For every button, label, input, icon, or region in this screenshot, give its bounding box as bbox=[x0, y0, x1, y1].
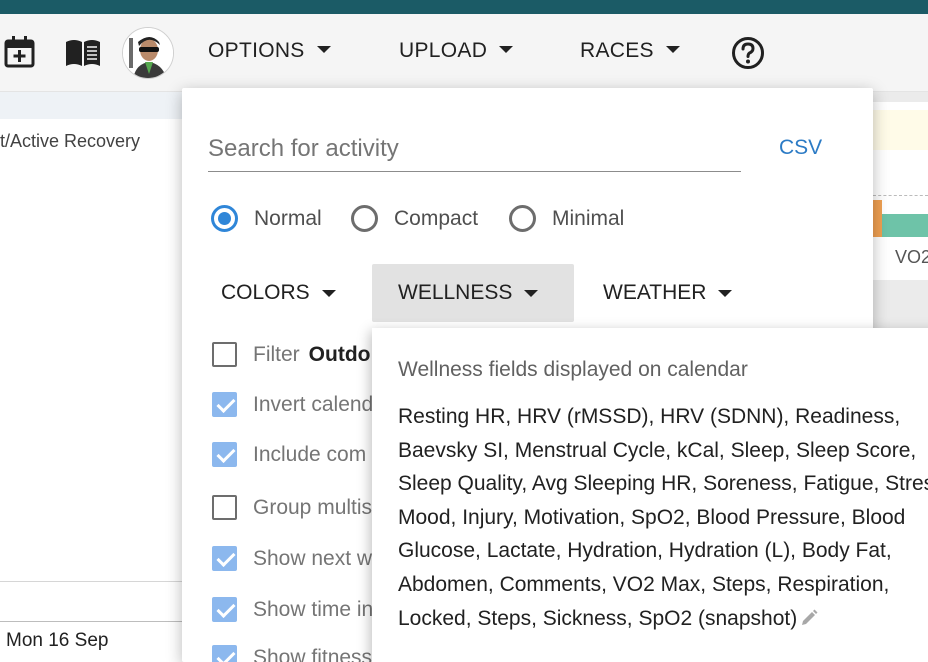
chart-dashed-line bbox=[873, 195, 928, 196]
view-mode-label: Minimal bbox=[552, 206, 625, 230]
checkbox-label: Show next w bbox=[253, 546, 373, 570]
show-fitness-checkbox-row[interactable]: Show fitness bbox=[212, 645, 372, 662]
wellness-heading: Wellness fields displayed on calendar bbox=[398, 358, 748, 381]
app-topbar-strip bbox=[0, 0, 928, 14]
view-mode-label: Compact bbox=[394, 206, 479, 230]
options-menu-label: OPTIONS bbox=[208, 39, 305, 62]
toolbar: OPTIONS UPLOAD RACES bbox=[0, 14, 928, 92]
upload-menu-button[interactable]: UPLOAD bbox=[399, 39, 514, 63]
show-next-week-checkbox-row[interactable]: Show next w bbox=[212, 546, 372, 571]
wellness-fields-text: Resting HR, HRV (rMSSD), HRV (SDNN), Rea… bbox=[398, 405, 928, 630]
chart-vo2-label: VO2 bbox=[895, 247, 928, 267]
pencil-edit-icon[interactable] bbox=[800, 604, 818, 638]
checkbox-checked-icon[interactable] bbox=[212, 392, 237, 417]
colors-submenu-button[interactable]: COLORS bbox=[208, 264, 374, 322]
weather-submenu-label: WEATHER bbox=[603, 281, 707, 304]
view-mode-minimal[interactable]: Minimal bbox=[509, 205, 624, 232]
checkbox-checked-icon[interactable] bbox=[212, 546, 237, 571]
checkbox-unchecked-icon[interactable] bbox=[212, 342, 237, 367]
book-icon[interactable] bbox=[64, 38, 102, 73]
checkbox-label: Show time in bbox=[253, 597, 374, 621]
checkbox-label: Show fitness bbox=[253, 645, 373, 662]
show-time-checkbox-row[interactable]: Show time in bbox=[212, 597, 373, 622]
chart-bar-orange bbox=[873, 200, 882, 237]
chart-bar-teal bbox=[882, 214, 928, 237]
view-mode-label: Normal bbox=[254, 206, 322, 230]
checkbox-unchecked-icon[interactable] bbox=[212, 495, 237, 520]
wellness-submenu-button[interactable]: WELLNESS bbox=[372, 264, 574, 322]
activity-search-input[interactable] bbox=[208, 126, 741, 172]
view-mode-normal[interactable]: Normal bbox=[211, 205, 322, 232]
calendar-date-label: Mon 16 Sep bbox=[6, 630, 109, 651]
caret-down-icon bbox=[321, 289, 336, 297]
upload-menu-label: UPLOAD bbox=[399, 39, 488, 62]
races-menu-label: RACES bbox=[580, 39, 654, 62]
caret-down-icon bbox=[499, 46, 514, 53]
view-mode-compact[interactable]: Compact bbox=[351, 205, 478, 232]
avatar[interactable] bbox=[122, 27, 174, 79]
wellness-submenu-label: WELLNESS bbox=[398, 281, 513, 304]
radio-unchecked-icon bbox=[351, 205, 378, 232]
radio-checked-icon bbox=[211, 205, 238, 232]
caret-down-icon bbox=[316, 46, 331, 53]
invert-calendar-checkbox-row[interactable]: Invert calend bbox=[212, 392, 373, 417]
csv-export-button[interactable]: CSV bbox=[779, 136, 822, 160]
checkbox-checked-icon[interactable] bbox=[212, 442, 237, 467]
calendar-divider bbox=[0, 581, 182, 582]
checkbox-checked-icon[interactable] bbox=[212, 645, 237, 662]
checkbox-label: Filter bbox=[253, 342, 300, 366]
radio-unchecked-icon bbox=[509, 205, 536, 232]
wellness-fields-list[interactable]: Resting HR, HRV (rMSSD), HRV (SDNN), Rea… bbox=[398, 400, 928, 637]
group-multisport-checkbox-row[interactable]: Group multis bbox=[212, 495, 372, 520]
filter-checkbox-row[interactable]: Filter Outdo bbox=[212, 342, 370, 367]
caret-down-icon bbox=[524, 289, 539, 297]
include-checkbox-row[interactable]: Include com bbox=[212, 442, 366, 467]
options-menu-button[interactable]: OPTIONS bbox=[208, 39, 331, 63]
checkbox-label: Invert calend bbox=[253, 392, 374, 416]
checkbox-label: Group multis bbox=[253, 495, 373, 519]
races-menu-button[interactable]: RACES bbox=[580, 39, 680, 63]
calendar-activity-label[interactable]: t/Active Recovery bbox=[0, 131, 140, 152]
weather-submenu-button[interactable]: WEATHER bbox=[590, 264, 770, 322]
caret-down-icon bbox=[665, 46, 680, 53]
colors-submenu-label: COLORS bbox=[221, 281, 310, 304]
help-icon[interactable] bbox=[731, 36, 765, 75]
checkbox-checked-icon[interactable] bbox=[212, 597, 237, 622]
filter-value[interactable]: Outdo bbox=[309, 343, 371, 367]
checkbox-label: Include com bbox=[253, 442, 367, 466]
calendar-note-strip bbox=[873, 110, 928, 150]
calendar-left-panel: t/Active Recovery Mon 16 Sep bbox=[0, 92, 182, 662]
add-calendar-icon[interactable] bbox=[4, 35, 36, 74]
calendar-row-highlight bbox=[0, 92, 182, 119]
wellness-popup: Wellness fields displayed on calendar Re… bbox=[372, 328, 928, 662]
caret-down-icon bbox=[718, 289, 733, 297]
